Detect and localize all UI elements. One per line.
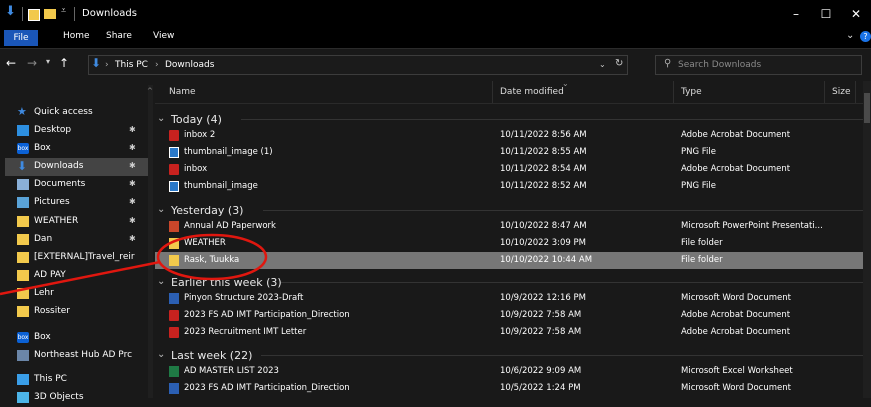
annotation-circle — [156, 233, 268, 281]
annotation-overlay — [0, 233, 268, 296]
annotation-line — [0, 260, 161, 296]
